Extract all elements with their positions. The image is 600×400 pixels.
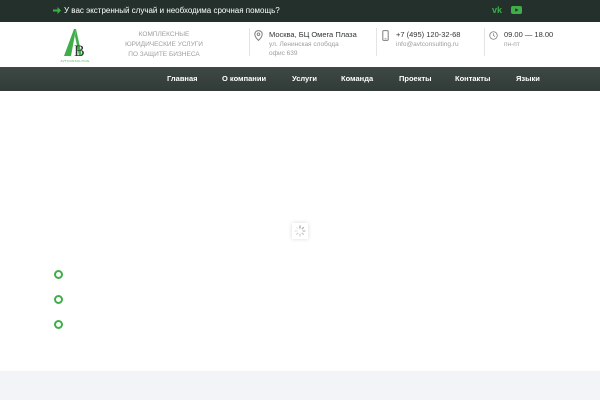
nav-item-projects[interactable]: Проекты bbox=[399, 67, 432, 91]
nav-item-languages[interactable]: Языки bbox=[516, 67, 540, 91]
top-bar: У вас экстренный случай и необходима сро… bbox=[0, 0, 600, 22]
clock-icon bbox=[489, 31, 498, 40]
emergency-alert-text[interactable]: У вас экстренный случай и необходима сро… bbox=[64, 6, 280, 16]
nav-item-contacts[interactable]: Контакты bbox=[455, 67, 490, 91]
company-logo[interactable]: B bbox=[62, 26, 88, 62]
email-address[interactable]: info@avtconsulting.ru bbox=[396, 40, 459, 49]
tagline-line: КОМПЛЕКСНЫЕ bbox=[138, 31, 190, 38]
phone-number[interactable]: +7 (495) 120-32-68 bbox=[396, 30, 460, 40]
slider-dot-3[interactable] bbox=[54, 320, 63, 329]
company-tagline: КОМПЛЕКСНЫЕ ЮРИДИЧЕСКИЕ УСЛУГИ ПО ЗАЩИТЕ… bbox=[108, 30, 220, 60]
slider-dot-2[interactable] bbox=[54, 295, 63, 304]
contact-block: +7 (495) 120-32-68 info@avtconsulting.ru bbox=[376, 28, 480, 56]
address-block: Москва, БЦ Омега Плаза ул. Ленинская сло… bbox=[249, 28, 369, 57]
loading-spinner bbox=[292, 223, 308, 239]
logo-subtitle: AVTCONSULTING bbox=[60, 59, 90, 63]
svg-text:B: B bbox=[74, 43, 85, 60]
tagline-line: ЮРИДИЧЕСКИЕ УСЛУГИ bbox=[125, 41, 203, 48]
address-line-2: ул. Ленинская слобода bbox=[269, 41, 339, 48]
nav-item-team[interactable]: Команда bbox=[341, 67, 373, 91]
arrow-right-icon bbox=[53, 7, 61, 14]
main-navigation: Главная О компании Услуги Команда Проект… bbox=[0, 67, 600, 91]
address-line-3: офис 639 bbox=[269, 50, 298, 57]
site-header: B AVTCONSULTING КОМПЛЕКСНЫЕ ЮРИДИЧЕСКИЕ … bbox=[0, 22, 600, 67]
phone-icon bbox=[382, 30, 389, 41]
hours-block: 09.00 — 18.00 пн-пт bbox=[484, 28, 564, 56]
footer-band bbox=[0, 371, 600, 400]
nav-item-services[interactable]: Услуги bbox=[292, 67, 317, 91]
nav-item-about[interactable]: О компании bbox=[222, 67, 266, 91]
slider-dot-1[interactable] bbox=[54, 270, 63, 279]
nav-item-home[interactable]: Главная bbox=[167, 67, 198, 91]
vk-icon[interactable]: vk bbox=[492, 5, 502, 16]
working-hours: 09.00 — 18.00 bbox=[504, 30, 554, 39]
tagline-line: ПО ЗАЩИТЕ БИЗНЕСА bbox=[128, 51, 200, 58]
youtube-icon[interactable] bbox=[511, 6, 522, 14]
spinner-icon bbox=[294, 225, 306, 237]
working-days: пн-пт bbox=[504, 41, 520, 48]
location-pin-icon bbox=[254, 30, 263, 41]
address-line-1: Москва, БЦ Омега Плаза bbox=[269, 30, 357, 39]
